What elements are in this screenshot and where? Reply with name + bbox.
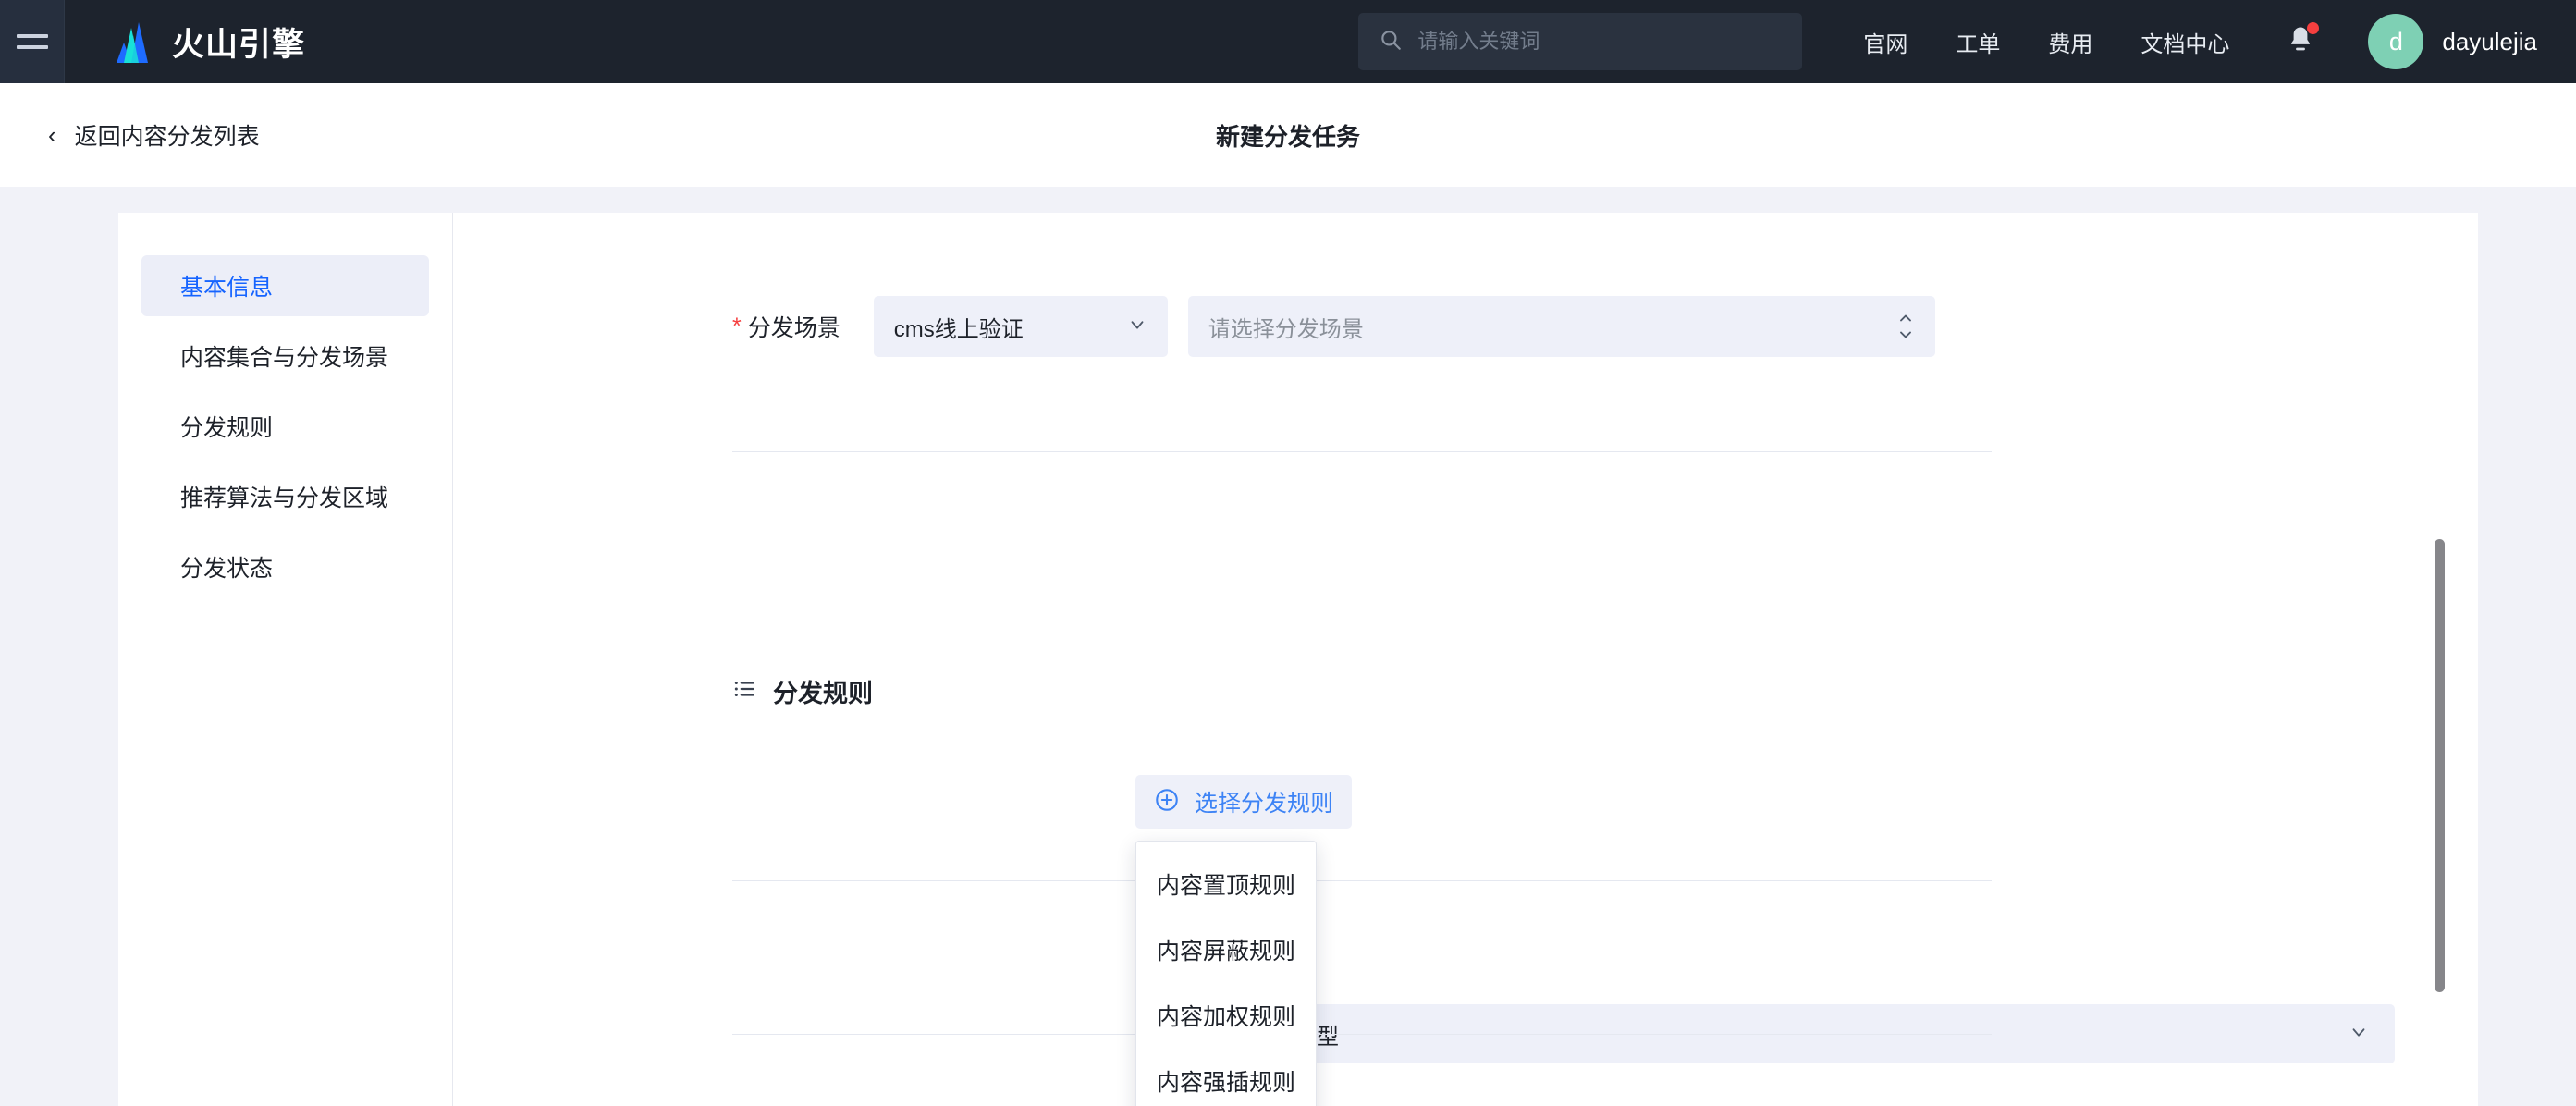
dropdown-item-content-pin-rule[interactable]: 内容置顶规则 — [1136, 851, 1316, 916]
username-label: dayulejia — [2442, 27, 2537, 55]
brand-name: 火山引擎 — [172, 26, 306, 63]
volcengine-logo-icon — [107, 20, 155, 63]
distribution-scene-select[interactable]: cms线上验证 — [873, 296, 1168, 357]
topnav-item-billing[interactable]: 费用 — [2048, 26, 2092, 58]
page-body: 基本信息 内容集合与分发场景 分发规则 推荐算法与分发区域 分发状态 * 分发场… — [0, 187, 2576, 1106]
topnav-item-docs[interactable]: 文档中心 — [2141, 26, 2229, 58]
topnav-item-official-site[interactable]: 官网 — [1863, 26, 1907, 58]
sub-header-bar: ‹ 返回内容分发列表 新建分发任务 — [0, 83, 2576, 187]
select-distribution-rule-label: 选择分发规则 — [1195, 791, 1334, 817]
distribution-rule-section-title: 分发规则 — [773, 680, 873, 707]
page-title: 新建分发任务 — [1215, 122, 1360, 151]
avatar: d — [2368, 14, 2424, 69]
dropdown-item-content-block-rule[interactable]: 内容屏蔽规则 — [1136, 916, 1316, 982]
select-distribution-rule-button[interactable]: 选择分发规则 — [1135, 775, 1353, 829]
search-box[interactable] — [1358, 13, 1803, 70]
notifications-button[interactable] — [2281, 22, 2320, 61]
back-link-label: 返回内容分发列表 — [74, 124, 260, 150]
top-header-bar: 火山引擎 官网 工单 费用 文档中心 d dayulejia — [0, 0, 2576, 83]
form-main-pane: * 分发场景 cms线上验证 请选择分发场景 分发规则 选择分发规则 内容置顶规… — [453, 213, 2478, 1106]
sidebar-item-label: 分发规则 — [180, 415, 274, 441]
sidebar-item-label: 内容集合与分发场景 — [180, 345, 389, 371]
plus-circle-icon — [1154, 787, 1180, 817]
sidebar-item-algorithm-and-area[interactable]: 推荐算法与分发区域 — [141, 466, 429, 527]
sidebar-item-distribution-rule[interactable]: 分发规则 — [141, 396, 429, 457]
sidebar-item-content-set-and-scene[interactable]: 内容集合与分发场景 — [141, 326, 429, 387]
sidebar-item-basic-info[interactable]: 基本信息 — [141, 255, 429, 316]
sidebar-item-distribution-status[interactable]: 分发状态 — [141, 536, 429, 597]
dropdown-item-label: 内容强插规则 — [1157, 1069, 1296, 1096]
top-nav: 官网 工单 费用 文档中心 — [1863, 26, 2229, 58]
distribution-rule-section-header: 分发规则 — [732, 673, 873, 709]
search-icon — [1379, 28, 1403, 56]
chevron-left-icon: ‹ — [48, 121, 56, 149]
dropdown-item-label: 内容加权规则 — [1157, 1003, 1296, 1030]
user-menu[interactable]: d dayulejia — [2368, 14, 2537, 69]
section-divider — [732, 880, 1992, 881]
distribution-scene-secondary-select[interactable]: 请选择分发场景 — [1187, 296, 1935, 357]
section-divider — [732, 451, 1992, 452]
brand-logo-group[interactable]: 火山引擎 — [107, 18, 305, 66]
dropdown-item-label: 内容屏蔽规则 — [1157, 938, 1296, 965]
hamburger-icon[interactable] — [0, 0, 65, 83]
list-icon — [732, 677, 756, 706]
distribution-rule-dropdown-menu[interactable]: 内容置顶规则 内容屏蔽规则 内容加权规则 内容强插规则 人群分发规则 — [1135, 841, 1317, 1106]
sidebar-item-label: 推荐算法与分发区域 — [180, 485, 389, 511]
dropdown-item-label: 内容置顶规则 — [1157, 872, 1296, 899]
distribution-scene-secondary-placeholder: 请选择分发场景 — [1208, 316, 1364, 342]
sidebar-item-label: 基本信息 — [180, 275, 274, 301]
stepper-up-down-icon — [1896, 313, 1915, 340]
required-asterisk: * — [732, 313, 742, 339]
distribution-scene-value: cms线上验证 — [893, 316, 1024, 342]
content-card: 基本信息 内容集合与分发场景 分发规则 推荐算法与分发区域 分发状态 * 分发场… — [118, 213, 2478, 1106]
hamburger-line — [16, 34, 48, 38]
distribution-scene-row: * 分发场景 cms线上验证 请选择分发场景 — [732, 296, 1935, 357]
chevron-down-icon — [2349, 1022, 2369, 1047]
section-divider — [732, 1034, 1992, 1035]
topnav-item-tickets[interactable]: 工单 — [1956, 26, 2000, 58]
notification-badge — [2307, 22, 2320, 34]
hamburger-line — [16, 45, 48, 49]
vertical-scrollbar[interactable] — [2435, 539, 2445, 992]
search-input[interactable] — [1417, 30, 1783, 54]
sidebar-item-label: 分发状态 — [180, 556, 274, 582]
form-step-sidebar: 基本信息 内容集合与分发场景 分发规则 推荐算法与分发区域 分发状态 — [118, 213, 453, 1106]
chevron-down-icon — [1127, 314, 1147, 339]
dropdown-item-content-insert-rule[interactable]: 内容强插规则 — [1136, 1048, 1316, 1106]
back-to-list-link[interactable]: ‹ 返回内容分发列表 — [48, 118, 260, 152]
distribution-scene-label: 分发场景 — [747, 315, 840, 341]
dropdown-item-content-weight-rule[interactable]: 内容加权规则 — [1136, 982, 1316, 1048]
